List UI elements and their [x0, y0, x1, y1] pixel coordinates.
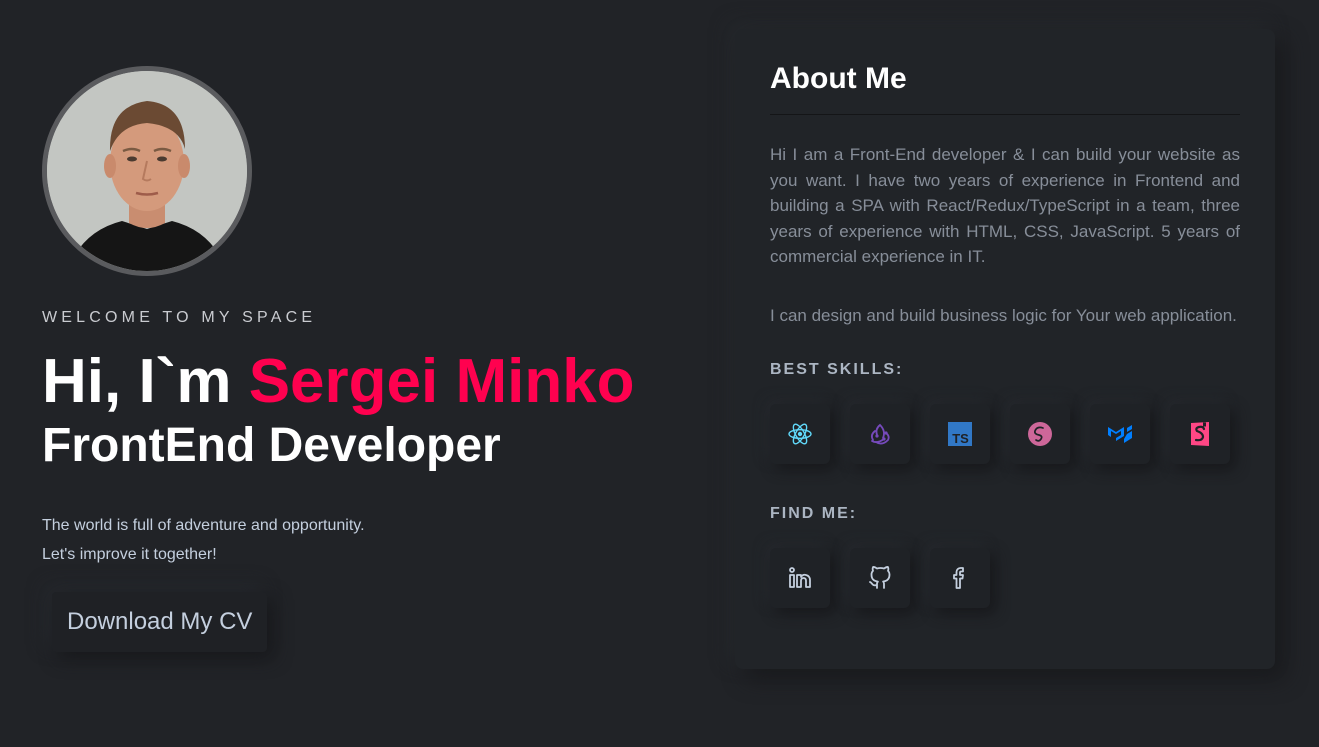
- skill-react[interactable]: [770, 404, 830, 464]
- about-paragraph: Hi I am a Front-End developer & I can bu…: [770, 145, 1240, 266]
- styled-components-icon: [1191, 422, 1209, 446]
- github-icon: [869, 566, 891, 589]
- about-title: About Me: [770, 62, 907, 95]
- skill-typescript[interactable]: TS: [930, 404, 990, 464]
- title-divider: [770, 114, 1240, 115]
- job-title: FrontEnd Developer: [42, 419, 501, 472]
- about-paragraph: I can design and build business logic fo…: [770, 306, 1237, 325]
- linkedin-link[interactable]: [770, 548, 830, 608]
- skill-sass[interactable]: [1010, 404, 1070, 464]
- find-me-label: FIND ME:: [770, 505, 858, 522]
- skill-styled-components[interactable]: [1170, 404, 1230, 464]
- hero-description: The world is full of adventure and oppor…: [42, 511, 365, 569]
- description-line: The world is full of adventure and oppor…: [42, 517, 365, 534]
- sass-icon: [1028, 422, 1052, 446]
- typescript-icon: TS: [948, 422, 972, 446]
- facebook-icon: [953, 567, 964, 589]
- svg-text:TS: TS: [952, 431, 969, 446]
- welcome-tagline: WELCOME TO MY SPACE: [42, 309, 317, 326]
- description-line: Let's improve it together!: [42, 546, 217, 563]
- skill-material-ui[interactable]: [1090, 404, 1150, 464]
- download-cv-button[interactable]: Download My CV: [52, 592, 267, 652]
- person-name: Sergei Minko: [248, 347, 635, 416]
- facebook-link[interactable]: [930, 548, 990, 608]
- portfolio-page: WELCOME TO MY SPACE Hi, I`m Sergei Minko…: [0, 0, 1319, 747]
- about-me-card: About Me Hi I am a Front-End developer &…: [735, 29, 1275, 669]
- skills-label: BEST SKILLS:: [770, 361, 904, 378]
- social-links: [770, 548, 990, 608]
- react-icon: [788, 423, 812, 445]
- github-link[interactable]: [850, 548, 910, 608]
- redux-icon: [870, 423, 890, 445]
- skill-redux[interactable]: [850, 404, 910, 464]
- skills-list: TS: [770, 404, 1230, 464]
- linkedin-icon: [789, 567, 811, 588]
- material-ui-icon: [1108, 425, 1132, 443]
- greeting-text: Hi, I`m: [42, 347, 249, 416]
- hero-heading: Hi, I`m Sergei Minko: [42, 346, 635, 417]
- profile-photo: [42, 66, 252, 276]
